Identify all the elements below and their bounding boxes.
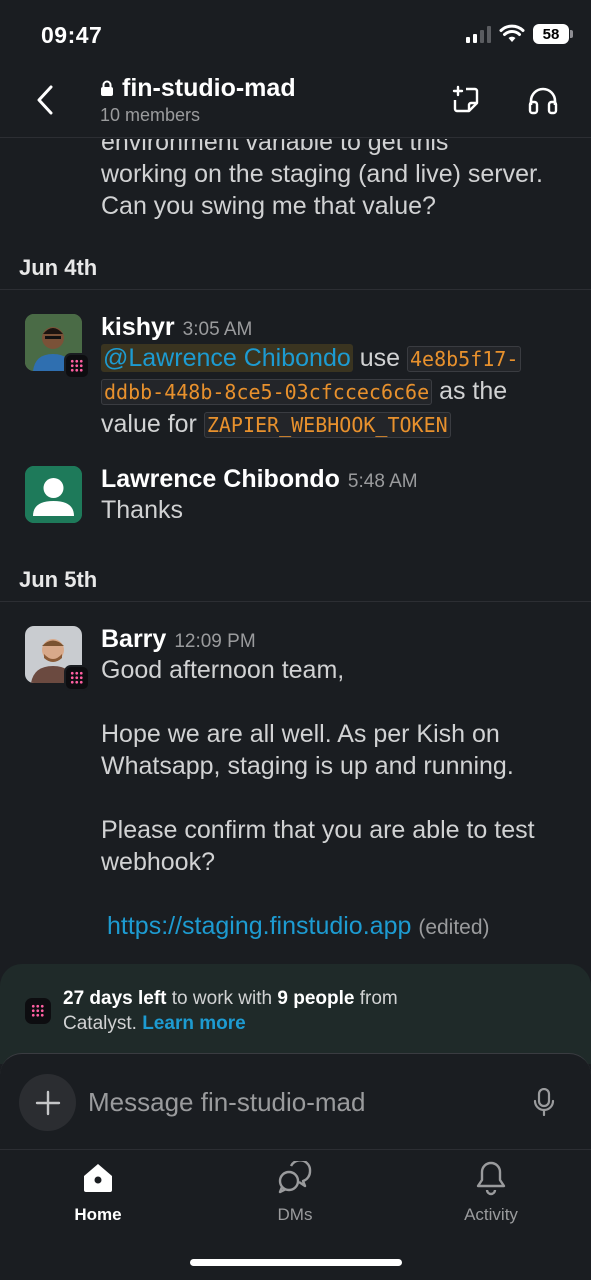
message-body: Thanks xyxy=(101,496,183,524)
date-label: Jun 4th xyxy=(19,255,98,280)
partial-message: environment variable to get this working… xyxy=(101,139,571,222)
message-line: environment variable to get this xyxy=(101,139,449,156)
message-paragraph: Please confirm that you are able to test… xyxy=(101,816,535,876)
date-divider: Jun 4th xyxy=(0,243,591,290)
avatar[interactable] xyxy=(25,314,90,379)
tab-label: DMs xyxy=(277,1205,313,1224)
plus-icon xyxy=(35,1090,60,1115)
date-label: Jun 5th xyxy=(19,567,98,592)
message-feed[interactable]: environment variable to get this working… xyxy=(0,139,591,965)
status-icons: 58 xyxy=(466,24,573,44)
bell-icon xyxy=(476,1161,506,1196)
headphones-icon xyxy=(528,87,558,115)
timestamp: 12:09 PM xyxy=(174,631,256,652)
trial-org: Catalyst. xyxy=(63,1013,137,1034)
org-badge-icon xyxy=(64,353,90,379)
tab-dms[interactable]: DMs xyxy=(235,1158,355,1225)
avatar[interactable] xyxy=(25,626,90,691)
message-text: as the xyxy=(439,377,508,405)
chevron-left-icon xyxy=(37,85,53,115)
org-badge-icon xyxy=(64,665,90,691)
canvas-button[interactable] xyxy=(448,82,484,118)
battery-icon: 58 xyxy=(533,24,573,44)
channel-header: fin-studio-mad 10 members xyxy=(0,70,591,138)
timestamp: 3:05 AM xyxy=(182,319,253,340)
wifi-icon xyxy=(499,24,525,42)
message-lawrence[interactable]: Lawrence Chibondo 5:48 AM Thanks xyxy=(101,465,571,526)
message-line: Can you swing me that value? xyxy=(101,192,436,220)
trial-days: 27 days left xyxy=(63,988,167,1009)
attach-button[interactable] xyxy=(19,1074,76,1131)
trial-banner: 27 days left to work with 9 people from … xyxy=(0,964,591,1064)
tab-home[interactable]: Home xyxy=(38,1158,158,1225)
message-text: value for xyxy=(101,410,197,438)
message-text: use xyxy=(359,344,401,372)
tab-label: Activity xyxy=(464,1205,518,1224)
message-link-row: https://staging.finstudio.app (edited) xyxy=(101,910,571,944)
org-badge-icon xyxy=(25,998,51,1024)
trial-people: 9 people xyxy=(277,988,355,1009)
message-kishyr[interactable]: kishyr 3:05 AM @Lawrence Chibondo use 4e… xyxy=(101,313,571,441)
home-icon xyxy=(84,1164,112,1192)
microphone-icon xyxy=(533,1088,555,1116)
clock: 09:47 xyxy=(41,22,103,48)
chat-bubbles-icon xyxy=(278,1161,312,1194)
edited-label: (edited) xyxy=(418,916,490,939)
home-indicator[interactable] xyxy=(190,1259,402,1266)
channel-title: fin-studio-mad xyxy=(100,74,296,103)
inline-code: ddbb-448b-8ce5-03cfccec6c6e xyxy=(101,379,433,405)
new-canvas-icon xyxy=(452,85,479,113)
message-barry[interactable]: Barry 12:09 PM Good afternoon team, Hope… xyxy=(101,625,571,944)
message-composer xyxy=(0,1053,591,1149)
huddle-button[interactable] xyxy=(525,82,561,118)
inline-code: ZAPIER_WEBHOOK_TOKEN xyxy=(203,412,451,438)
member-count: 10 members xyxy=(100,105,201,125)
trial-copy: to work with xyxy=(171,988,273,1009)
voice-button[interactable] xyxy=(526,1084,562,1120)
trial-copy: from xyxy=(359,988,398,1009)
cellular-signal-icon xyxy=(466,25,491,43)
tab-label: Home xyxy=(74,1205,122,1224)
user-mention[interactable]: @Lawrence Chibondo xyxy=(101,344,353,372)
avatar[interactable] xyxy=(25,466,82,523)
timestamp: 5:48 AM xyxy=(347,471,418,492)
inline-code: 4e8b5f17- xyxy=(406,346,522,372)
message-paragraph: Hope we are all well. As per Kish on Wha… xyxy=(101,720,514,780)
default-user-icon xyxy=(25,466,82,523)
author-name[interactable]: kishyr xyxy=(101,313,175,342)
channel-name: fin-studio-mad xyxy=(122,74,296,102)
status-bar: 09:47 58 xyxy=(0,0,591,70)
back-button[interactable] xyxy=(30,82,60,118)
message-paragraph: Good afternoon team, xyxy=(101,656,345,684)
author-name[interactable]: Lawrence Chibondo xyxy=(101,465,340,494)
tab-activity[interactable]: Activity xyxy=(431,1158,551,1225)
date-divider: Jun 5th xyxy=(0,555,591,602)
lock-icon xyxy=(101,80,113,96)
message-input[interactable] xyxy=(88,1082,508,1122)
author-name[interactable]: Barry xyxy=(101,625,166,654)
trial-text: 27 days left to work with 9 people from … xyxy=(63,986,573,1036)
message-body: @Lawrence Chibondo use 4e8b5f17- ddbb-44… xyxy=(101,342,571,441)
channel-title-area[interactable]: fin-studio-mad 10 members xyxy=(100,74,296,126)
message-line: working on the staging (and live) server… xyxy=(101,160,543,188)
learn-more-link[interactable]: Learn more xyxy=(142,1013,245,1034)
staging-link[interactable]: https://staging.finstudio.app xyxy=(107,912,411,940)
